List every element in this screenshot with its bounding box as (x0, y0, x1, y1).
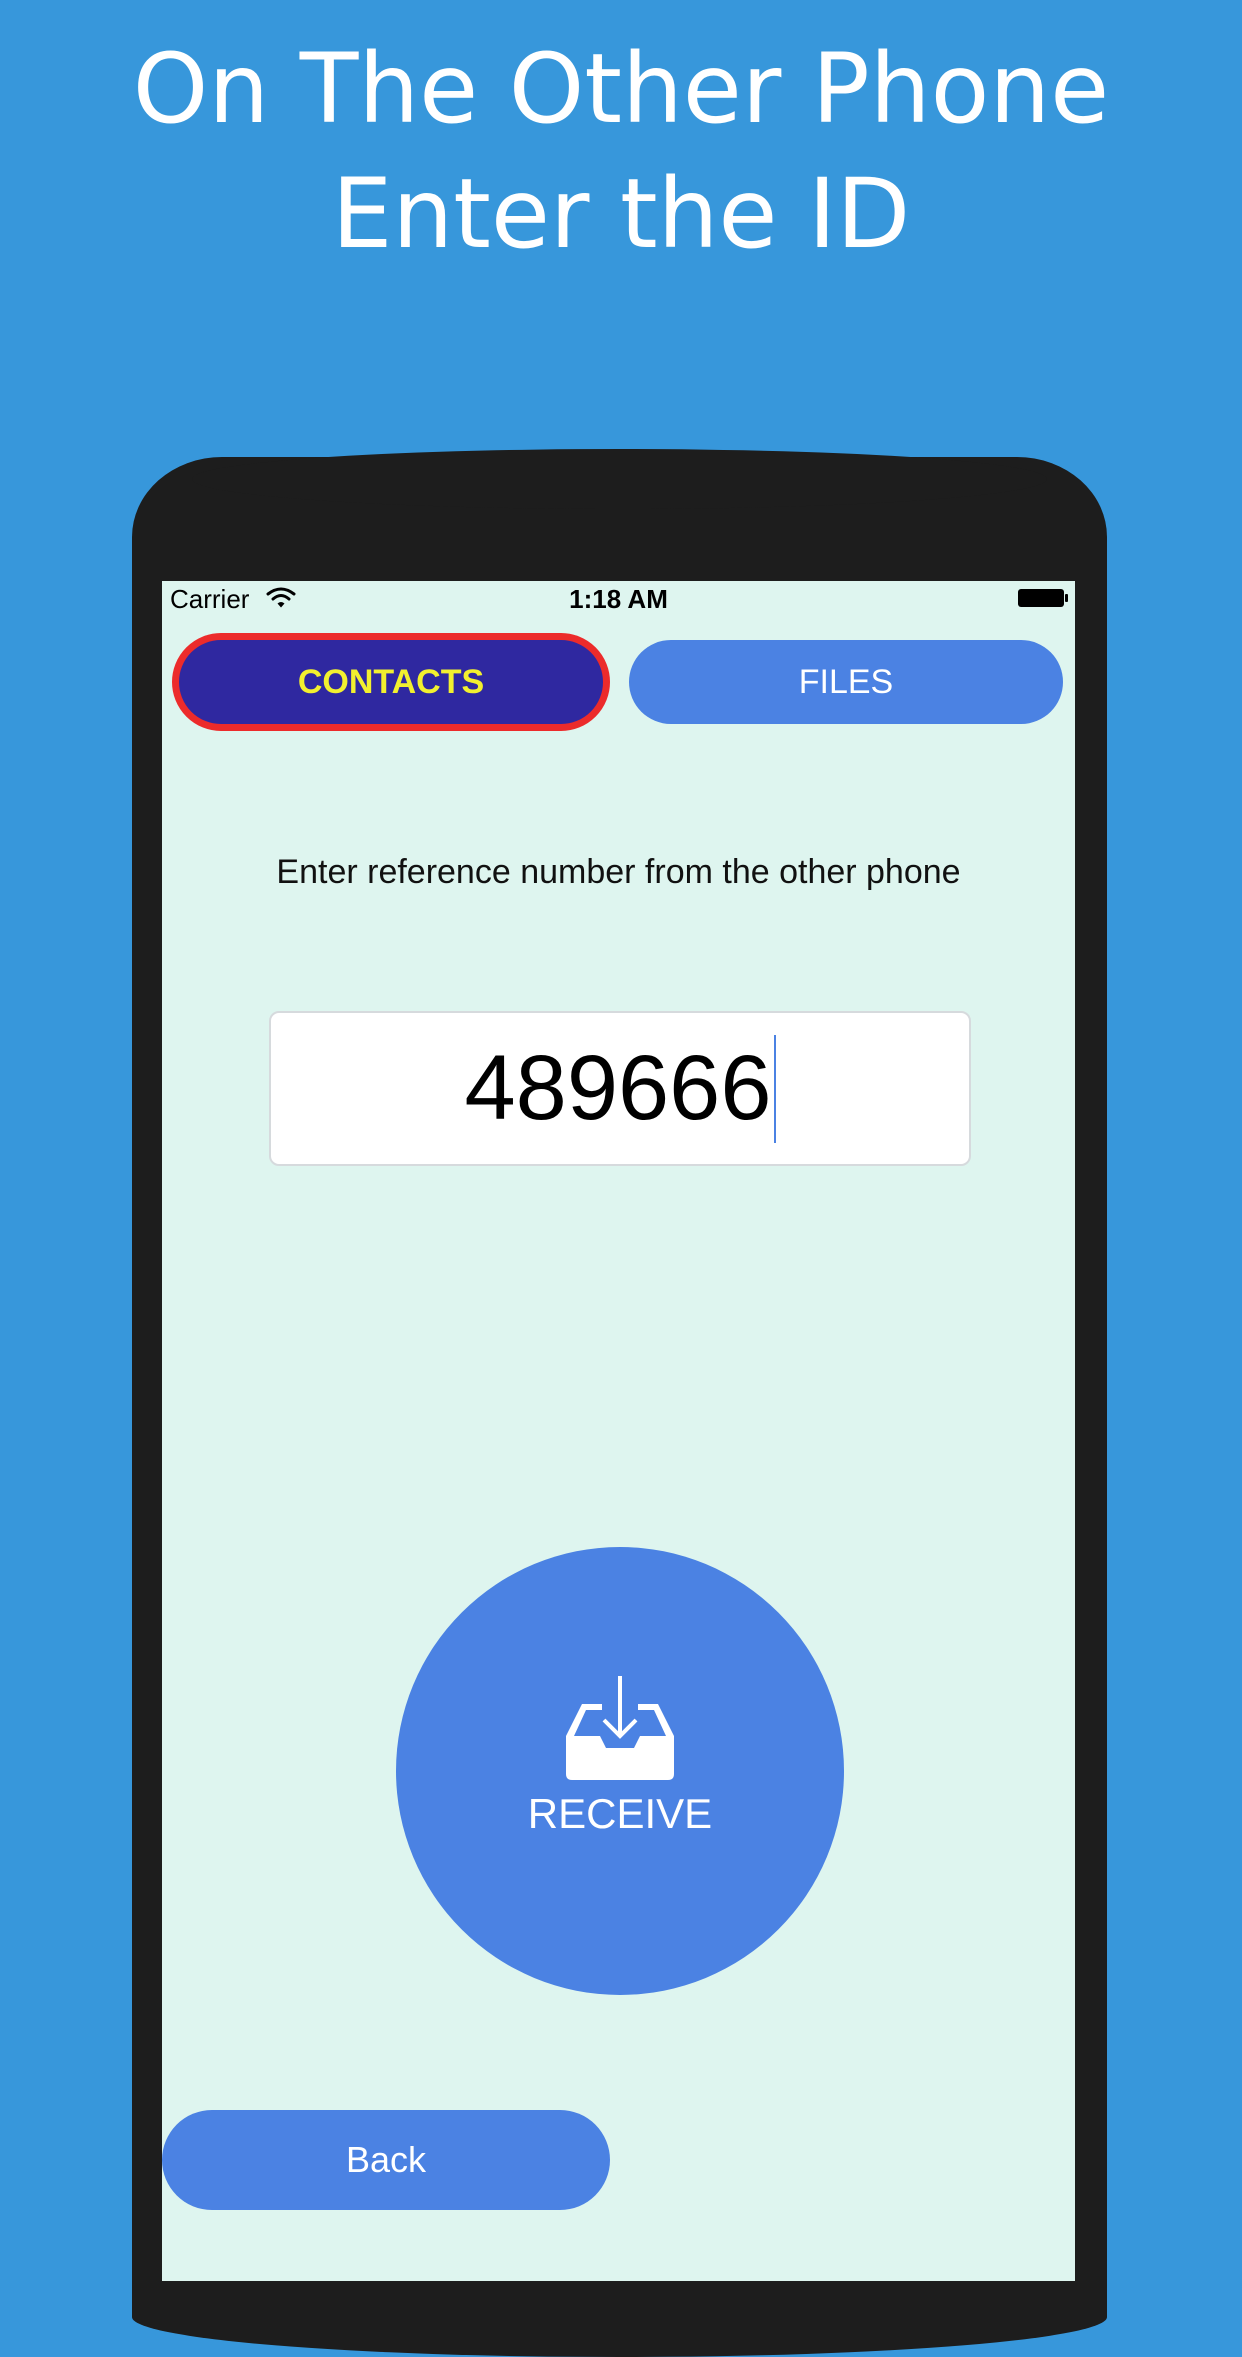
headline: On The Other Phone Enter the ID (0, 27, 1242, 277)
status-bar: Carrier 1:18 AM (162, 581, 1075, 617)
text-caret (773, 1034, 776, 1143)
receive-button[interactable]: RECEIVE (396, 1547, 844, 1995)
headline-line-1: On The Other Phone (132, 33, 1110, 145)
status-time: 1:18 AM (569, 584, 668, 614)
tab-contacts[interactable]: CONTACTS (172, 633, 610, 731)
phone-screen: Carrier 1:18 AM CONTACTS FILES Enter ref… (162, 581, 1075, 2281)
battery-icon (1018, 589, 1068, 607)
reference-number-input[interactable]: 489666 (269, 1011, 971, 1166)
inbox-download-icon (566, 1676, 674, 1780)
headline-line-2: Enter the ID (331, 158, 911, 270)
back-button[interactable]: Back (162, 2110, 610, 2210)
tab-files[interactable]: FILES (629, 640, 1063, 724)
instruction-text: Enter reference number from the other ph… (276, 853, 961, 891)
receive-label: RECEIVE (527, 1790, 713, 1837)
reference-number-value: 489666 (464, 1037, 772, 1139)
